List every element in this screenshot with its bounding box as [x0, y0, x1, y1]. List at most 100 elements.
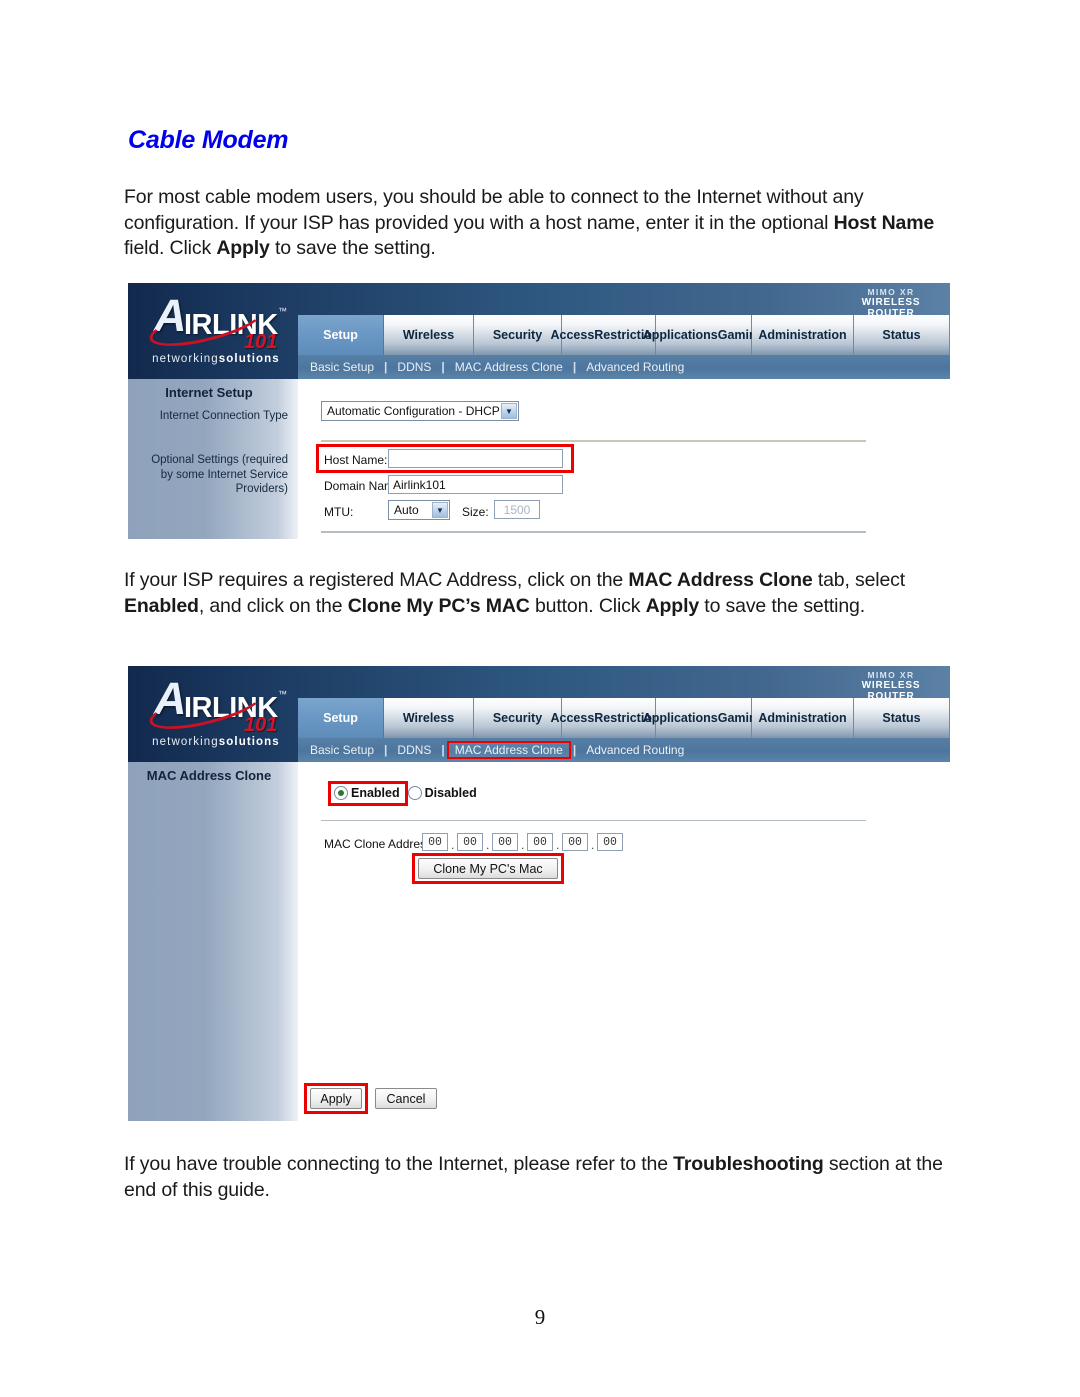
logo-trademark: ™ — [278, 689, 287, 699]
radio-enabled-label[interactable]: Enabled — [351, 786, 400, 800]
subtab-mac-address-clone[interactable]: MAC Address Clone — [446, 741, 571, 759]
subtab-mac-address-clone[interactable]: MAC Address Clone — [447, 359, 571, 375]
divider-bottom — [321, 531, 866, 533]
internet-connection-type-select[interactable]: Automatic Configuration - DHCP ▼ — [321, 401, 519, 421]
paragraph-mac-clone: If your ISP requires a registered MAC Ad… — [124, 569, 906, 617]
router-screenshot-mac-clone: A IRLINK ™ 101 networkingsolutions MIMO … — [128, 666, 950, 1121]
logo-trademark: ™ — [278, 306, 287, 316]
radio-disabled-label[interactable]: Disabled — [425, 786, 477, 800]
mtu-label: MTU: — [324, 505, 354, 519]
subtab-basic-setup[interactable]: Basic Setup — [302, 359, 382, 375]
subtab-basic-setup[interactable]: Basic Setup — [302, 742, 382, 758]
sidebar-label-connection-type: Internet Connection Type — [159, 410, 288, 422]
router-main-basic: Automatic Configuration - DHCP ▼ Host Na… — [298, 379, 950, 539]
radio-enabled-icon[interactable] — [334, 786, 348, 800]
mac-separator: . — [556, 838, 560, 852]
main-tab-bar-mac: Setup Wireless Security Access Restrictio… — [298, 698, 950, 738]
host-name-label: Host Name: — [324, 453, 388, 467]
sub-tab-bar-mac: Basic Setup | DDNS | MAC Address Clone |… — [298, 738, 950, 762]
subtab-advanced-routing[interactable]: Advanced Routing — [578, 359, 692, 375]
logo-101: 101 — [244, 331, 278, 353]
mac-octet-2[interactable]: 00 — [457, 833, 483, 851]
mimo-badge-line1: MIMO XR — [867, 670, 915, 680]
tab-administration[interactable]: Administration — [752, 698, 854, 738]
router-main-mac: Enabled Disabled MAC Clone Address: 00 .… — [298, 762, 950, 1121]
subtab-separator: | — [441, 743, 445, 757]
logo-101: 101 — [244, 714, 278, 736]
subtab-ddns[interactable]: DDNS — [389, 742, 439, 758]
sub-tab-bar-basic: Basic Setup | DDNS | MAC Address Clone |… — [298, 355, 950, 379]
logo-tagline-bold: solutions — [218, 736, 280, 748]
logo-tagline-bold: solutions — [218, 353, 280, 365]
router-screenshot-basic-setup: A IRLINK ™ 101 networkingsolutions MIMO … — [128, 283, 950, 539]
divider-mac-top — [321, 820, 866, 821]
domain-name-input[interactable]: Airlink101 — [388, 475, 563, 494]
airlink-logo: A IRLINK ™ 101 networkingsolutions — [128, 283, 298, 379]
mtu-value: Auto — [394, 503, 419, 517]
logo-mark: A IRLINK ™ 101 — [140, 293, 290, 355]
tab-wireless[interactable]: Wireless — [384, 315, 474, 355]
mac-separator: . — [486, 838, 490, 852]
subtab-separator: | — [384, 360, 388, 374]
mac-octet-5[interactable]: 00 — [562, 833, 588, 851]
mtu-size-input[interactable]: 1500 — [494, 500, 540, 519]
logo-tagline: networkingsolutions — [138, 353, 294, 365]
logo-tagline-plain: networking — [152, 353, 219, 365]
mac-clone-enable-radio-group: Enabled Disabled — [334, 786, 477, 800]
subtab-separator: | — [572, 360, 577, 374]
tab-status[interactable]: Status — [854, 698, 950, 738]
mtu-select[interactable]: Auto ▼ — [388, 500, 450, 520]
airlink-logo: A IRLINK ™ 101 networkingsolutions — [128, 666, 298, 762]
sidebar-title-internet-setup: Internet Setup — [165, 385, 253, 400]
tab-applications-gaming[interactable]: Applications Gaming — [643, 315, 764, 355]
sidebar-basic: Internet Setup Internet Connection Type … — [128, 379, 298, 539]
subtab-separator: | — [572, 743, 577, 757]
mac-octet-3[interactable]: 00 — [492, 833, 518, 851]
router-body-basic: Internet Setup Internet Connection Type … — [128, 379, 950, 539]
host-name-input[interactable] — [388, 449, 563, 468]
page-number: 9 — [534, 1305, 546, 1329]
sidebar-title-mac-address-clone: MAC Address Clone — [146, 768, 272, 783]
subtab-separator: | — [441, 360, 445, 374]
tab-security[interactable]: Security — [474, 315, 562, 355]
mtu-size-label: Size: — [462, 505, 489, 519]
tab-applications-gaming[interactable]: Applications Gaming — [643, 698, 764, 738]
cancel-button[interactable]: Cancel — [375, 1088, 437, 1109]
divider-top — [321, 440, 866, 442]
tab-administration[interactable]: Administration — [752, 315, 854, 355]
clone-my-pcs-mac-button[interactable]: Clone My PC's Mac — [418, 858, 558, 879]
tab-status[interactable]: Status — [854, 315, 950, 355]
subtab-advanced-routing[interactable]: Advanced Routing — [578, 742, 692, 758]
connection-type-value: Automatic Configuration - DHCP — [327, 404, 500, 418]
tab-setup[interactable]: Setup — [298, 315, 384, 355]
mac-octet-6[interactable]: 00 — [597, 833, 623, 851]
paragraph-troubleshooting: If you have trouble connecting to the In… — [124, 1153, 943, 1201]
mimo-badge-line1: MIMO XR — [867, 287, 915, 297]
sidebar-label-optional-settings: Optional Settings (required by some Inte… — [151, 454, 288, 495]
page-title: Cable Modem — [128, 126, 289, 154]
radio-disabled-icon[interactable] — [407, 786, 422, 800]
chevron-down-icon[interactable]: ▼ — [432, 502, 448, 518]
router-header-basic: A IRLINK ™ 101 networkingsolutions MIMO … — [128, 283, 950, 379]
mac-separator: . — [451, 838, 455, 852]
mac-clone-address-label: MAC Clone Address: — [324, 837, 436, 851]
chevron-down-icon[interactable]: ▼ — [501, 403, 517, 419]
main-tab-bar-basic: Setup Wireless Security Access Restrictio… — [298, 315, 950, 355]
apply-button[interactable]: Apply — [310, 1088, 362, 1109]
mac-separator: . — [521, 838, 525, 852]
tab-security[interactable]: Security — [474, 698, 562, 738]
logo-mark: A IRLINK ™ 101 — [140, 676, 290, 738]
tab-wireless[interactable]: Wireless — [384, 698, 474, 738]
sidebar-mac: MAC Address Clone — [128, 762, 298, 1121]
logo-tagline-plain: networking — [152, 736, 219, 748]
subtab-separator: | — [384, 743, 388, 757]
router-body-mac: MAC Address Clone Enabled Disabled MAC C… — [128, 762, 950, 1121]
mac-separator: . — [591, 838, 595, 852]
mac-octet-4[interactable]: 00 — [527, 833, 553, 851]
paragraph-intro: For most cable modem users, you should b… — [124, 186, 935, 259]
mac-octet-1[interactable]: 00 — [422, 833, 448, 851]
router-header-mac: A IRLINK ™ 101 networkingsolutions MIMO … — [128, 666, 950, 762]
subtab-ddns[interactable]: DDNS — [389, 359, 439, 375]
logo-tagline: networkingsolutions — [138, 736, 294, 748]
tab-setup[interactable]: Setup — [298, 698, 384, 738]
